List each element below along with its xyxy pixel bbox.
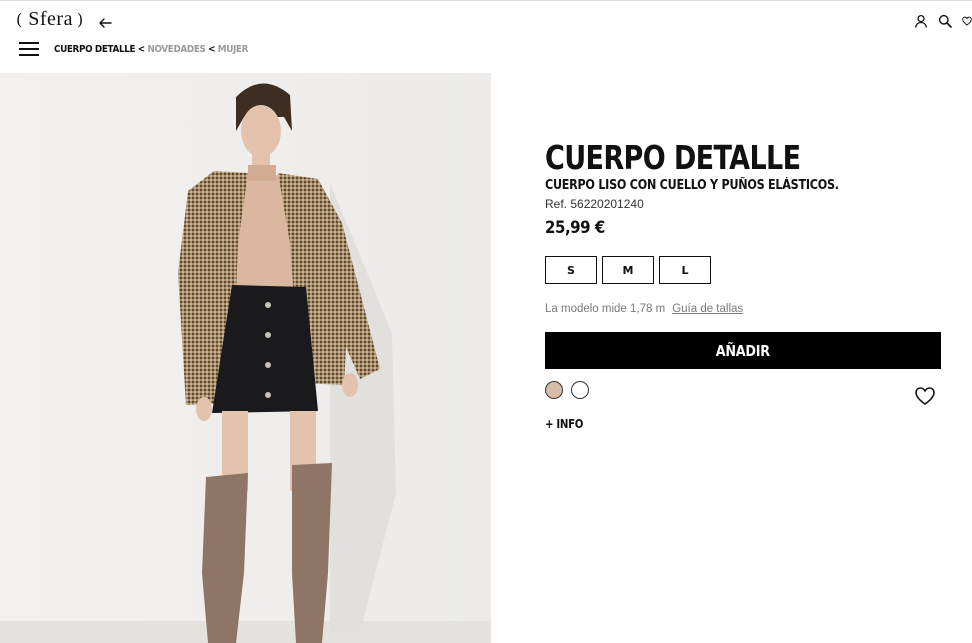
product-price: 25,99 € <box>545 218 605 238</box>
product-title: CUERPO DETALLE <box>545 138 801 177</box>
top-border <box>0 0 972 1</box>
product-reference: Ref. 56220201240 <box>545 197 644 211</box>
menu-icon[interactable] <box>19 42 39 56</box>
model-photo <box>0 73 491 643</box>
size-guide-link[interactable]: Guía de tallas <box>672 303 743 315</box>
breadcrumb-separator: < <box>208 44 216 55</box>
color-swatch-beige[interactable] <box>545 381 563 399</box>
logo-close-paren: ) <box>76 10 84 29</box>
more-info-link[interactable]: + INFO <box>545 417 583 431</box>
breadcrumb-item-mujer[interactable]: MUJER <box>218 44 249 55</box>
breadcrumb-separator: < <box>137 44 145 55</box>
add-to-cart-label: AÑADIR <box>715 341 771 360</box>
logo-open-paren: ( <box>16 10 23 29</box>
wishlist-icon[interactable] <box>962 14 972 28</box>
header-actions <box>914 14 972 28</box>
search-icon[interactable] <box>938 14 952 28</box>
breadcrumb-current: CUERPO DETALLE <box>54 44 136 55</box>
color-swatch-white[interactable] <box>571 381 589 399</box>
product-image <box>0 73 491 643</box>
model-height-text: La modelo mide 1,78 m <box>545 303 666 315</box>
user-icon[interactable] <box>914 14 928 28</box>
size-selector: S M L <box>545 256 711 284</box>
breadcrumb-item-novedades[interactable]: NOVEDADES <box>147 44 205 55</box>
add-to-cart-button[interactable]: AÑADIR <box>545 332 941 369</box>
size-button-s[interactable]: S <box>545 256 597 284</box>
model-height-note: La modelo mide 1,78 m Guía de tallas <box>545 303 743 315</box>
back-arrow-icon[interactable] <box>98 16 112 30</box>
breadcrumb: CUERPO DETALLE < NOVEDADES < MUJER <box>54 44 248 55</box>
product-description: CUERPO LISO CON CUELLO Y PUÑOS ELÁSTICOS… <box>545 178 839 193</box>
color-swatches <box>545 381 589 399</box>
add-to-wishlist-heart-icon[interactable] <box>914 386 936 406</box>
logo-text: Sfera <box>28 8 73 30</box>
size-button-m[interactable]: M <box>602 256 654 284</box>
size-button-l[interactable]: L <box>659 256 711 284</box>
sfera-logo[interactable]: ( Sfera ) <box>16 8 83 31</box>
